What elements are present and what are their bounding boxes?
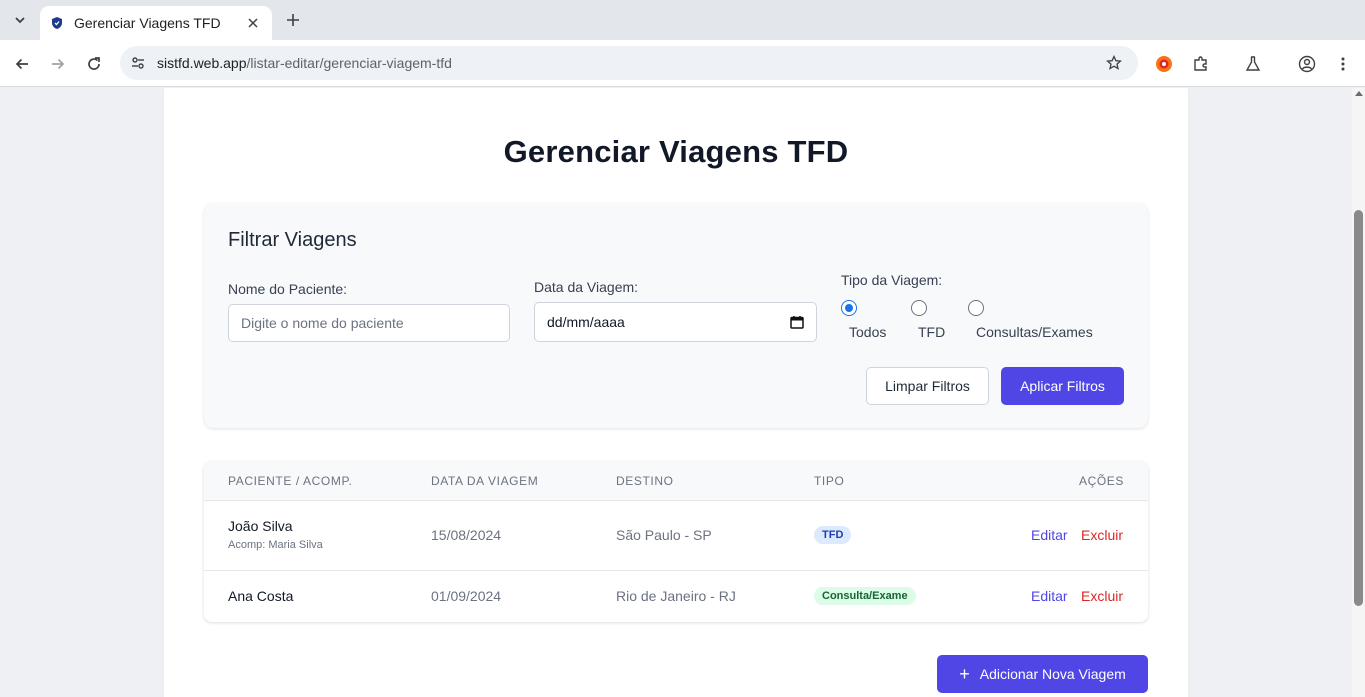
radio-tfd-label: TFD: [918, 324, 946, 340]
patient-name-label: Nome do Paciente:: [228, 281, 348, 297]
arrow-left-icon: [15, 58, 28, 70]
reload-button[interactable]: [81, 51, 107, 77]
labs-button[interactable]: [1240, 51, 1266, 77]
table-row: Ana Costa 01/09/2024 Rio de Janeiro - RJ…: [204, 571, 1148, 622]
edit-link[interactable]: Editar: [1031, 527, 1068, 543]
filter-title: Filtrar Viagens: [228, 229, 357, 251]
scroll-thumb[interactable]: [1354, 210, 1363, 606]
trip-type-label: Tipo da Viagem:: [841, 272, 943, 288]
forward-button[interactable]: [45, 51, 71, 77]
extensions-button[interactable]: [1188, 51, 1214, 77]
plus-icon: +: [959, 664, 970, 684]
add-trip-label: Adicionar Nova Viagem: [979, 666, 1126, 682]
companion-name: Acomp: Maria Silva: [228, 539, 323, 551]
clear-filters-button[interactable]: Limpar Filtros: [866, 367, 989, 405]
bookmark-star-icon[interactable]: [1104, 53, 1124, 73]
profile-button[interactable]: [1294, 51, 1320, 77]
flask-icon: [1245, 56, 1261, 71]
browser-tab-active[interactable]: Gerenciar Viagens TFD: [40, 6, 272, 40]
type-badge: Consulta/Exame: [814, 587, 916, 605]
page-scrollbar[interactable]: [1352, 88, 1365, 697]
url-domain: sistfd.web.app: [157, 55, 247, 71]
reload-icon: [88, 57, 100, 70]
radio-todos-label: Todos: [849, 324, 887, 340]
patient-name: João Silva: [228, 518, 293, 534]
url-path: /listar-editar/gerenciar-viagem-tfd: [246, 55, 452, 71]
scroll-up-arrow-icon[interactable]: [1355, 91, 1363, 96]
column-header-actions: AÇÕES: [1078, 474, 1124, 488]
patient-name-input[interactable]: [228, 304, 510, 342]
column-header-destination: DESTINO: [616, 474, 674, 488]
url-text: sistfd.web.app/listar-editar/gerenciar-v…: [157, 55, 452, 71]
shield-icon: [50, 16, 64, 30]
trip-date-label: Data da Viagem:: [534, 279, 639, 295]
browser-toolbar: sistfd.web.app/listar-editar/gerenciar-v…: [0, 40, 1365, 87]
filter-panel: Filtrar Viagens Nome do Paciente: Data d…: [204, 203, 1148, 428]
trip-destination: São Paulo - SP: [616, 527, 712, 543]
column-header-date: DATA DA VIAGEM: [431, 474, 539, 488]
type-badge: TFD: [814, 526, 852, 544]
browser-tab-strip: Gerenciar Viagens TFD: [0, 0, 1365, 40]
delete-link[interactable]: Excluir: [1081, 588, 1123, 604]
chevron-down-icon: [15, 17, 25, 24]
extension-button[interactable]: [1151, 51, 1177, 77]
trip-date-input[interactable]: dd/mm/aaaa: [534, 302, 817, 342]
radio-tfd[interactable]: [911, 300, 927, 316]
trips-table: PACIENTE / ACOMP. DATA DA VIAGEM DESTINO…: [204, 461, 1148, 622]
new-tab-button[interactable]: [282, 9, 304, 31]
trip-date: 15/08/2024: [431, 527, 502, 543]
extension-badge-icon: [1156, 56, 1172, 72]
site-settings-icon[interactable]: [128, 53, 148, 73]
arrow-right-icon: [52, 58, 65, 70]
menu-button[interactable]: [1330, 51, 1356, 77]
table-row: João Silva Acomp: Maria Silva 15/08/2024…: [204, 502, 1148, 571]
account-icon: [1298, 55, 1316, 73]
trip-date: 01/09/2024: [431, 588, 502, 604]
page-viewport: Gerenciar Viagens TFD Filtrar Viagens No…: [0, 88, 1352, 697]
plus-icon: [287, 14, 299, 26]
apply-filters-button[interactable]: Aplicar Filtros: [1001, 367, 1124, 405]
add-trip-button[interactable]: + Adicionar Nova Viagem: [937, 655, 1148, 693]
close-icon[interactable]: [244, 14, 262, 32]
table-header: PACIENTE / ACOMP. DATA DA VIAGEM DESTINO…: [204, 461, 1148, 501]
trip-destination: Rio de Janeiro - RJ: [616, 588, 736, 604]
radio-consultas-exames-label: Consultas/Exames: [976, 324, 1093, 340]
column-header-patient: PACIENTE / ACOMP.: [228, 474, 353, 488]
edit-link[interactable]: Editar: [1031, 588, 1068, 604]
calendar-icon[interactable]: [790, 315, 804, 329]
patient-name: Ana Costa: [228, 588, 294, 604]
trip-date-value: dd/mm/aaaa: [547, 314, 625, 330]
tab-search-button[interactable]: [8, 8, 32, 32]
tab-title: Gerenciar Viagens TFD: [74, 15, 221, 31]
more-vert-icon: [1341, 57, 1345, 71]
page-title: Gerenciar Viagens TFD: [503, 134, 849, 169]
radio-todos[interactable]: [841, 300, 857, 316]
address-bar[interactable]: sistfd.web.app/listar-editar/gerenciar-v…: [120, 46, 1138, 80]
puzzle-icon: [1194, 56, 1207, 71]
column-header-type: TIPO: [814, 474, 845, 488]
delete-link[interactable]: Excluir: [1081, 527, 1123, 543]
main-card: Gerenciar Viagens TFD Filtrar Viagens No…: [164, 88, 1188, 697]
back-button[interactable]: [9, 51, 35, 77]
radio-consultas-exames[interactable]: [968, 300, 984, 316]
